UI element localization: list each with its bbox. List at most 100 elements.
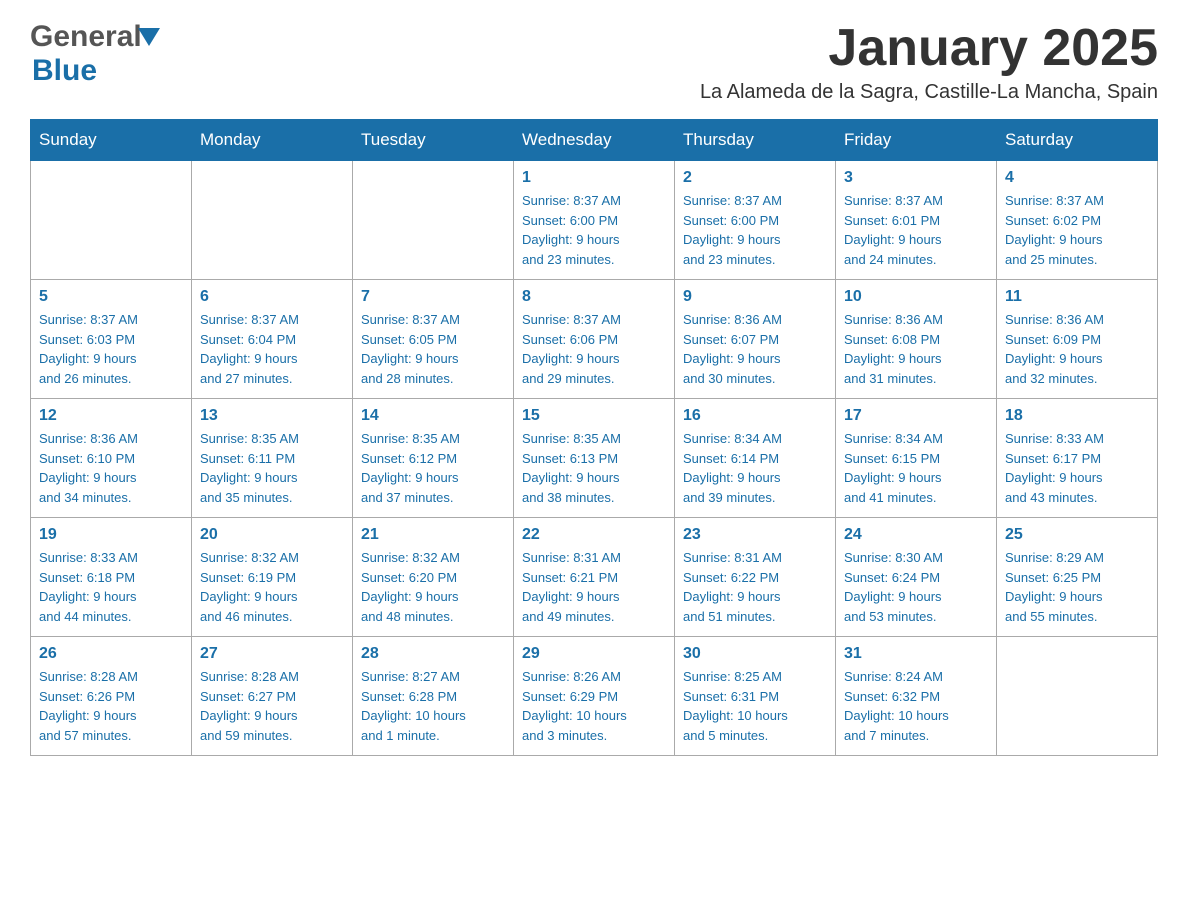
logo-general-text: General: [30, 20, 160, 54]
day-info: Sunrise: 8:37 AMSunset: 6:04 PMDaylight:…: [200, 310, 344, 388]
calendar-cell: 23 Sunrise: 8:31 AMSunset: 6:22 PMDayligh…: [675, 518, 836, 637]
day-info: Sunrise: 8:32 AMSunset: 6:19 PMDaylight:…: [200, 548, 344, 626]
day-number: 30: [683, 645, 827, 663]
calendar-cell: [192, 161, 353, 280]
calendar-cell: 8 Sunrise: 8:37 AMSunset: 6:06 PMDaylight…: [514, 280, 675, 399]
calendar-table: SundayMondayTuesdayWednesdayThursdayFrid…: [30, 119, 1158, 756]
day-number: 18: [1005, 407, 1149, 425]
week-row-2: 5Sunrise: 8:37 AMSunset: 6:03 PMDaylight…: [31, 280, 1158, 399]
week-row-1: 1 Sunrise: 8:37 AMSunset: 6:00 PMDaylight…: [31, 161, 1158, 280]
day-info: Sunrise: 8:37 AMSunset: 6:00 PMDaylight:…: [522, 191, 666, 269]
day-number: 11: [1005, 288, 1149, 306]
header-day-tuesday: Tuesday: [353, 120, 514, 161]
day-number: 10: [844, 288, 988, 306]
calendar-cell: 1 Sunrise: 8:37 AMSunset: 6:00 PMDaylight…: [514, 161, 675, 280]
day-info: Sunrise: 8:36 AMSunset: 6:09 PMDaylight:…: [1005, 310, 1149, 388]
day-info: Sunrise: 8:35 AMSunset: 6:13 PMDaylight:…: [522, 429, 666, 507]
day-info: Sunrise: 8:31 AMSunset: 6:22 PMDaylight:…: [683, 548, 827, 626]
calendar-cell: 3 Sunrise: 8:37 AMSunset: 6:01 PMDaylight…: [836, 161, 997, 280]
calendar-cell: 31 Sunrise: 8:24 AMSunset: 6:32 PMDayligh…: [836, 637, 997, 756]
calendar-cell: 27Sunrise: 8:28 AMSunset: 6:27 PMDayligh…: [192, 637, 353, 756]
calendar-cell: 16 Sunrise: 8:34 AMSunset: 6:14 PMDayligh…: [675, 399, 836, 518]
calendar-header: SundayMondayTuesdayWednesdayThursdayFrid…: [31, 120, 1158, 161]
day-number: 8: [522, 288, 666, 306]
day-info: Sunrise: 8:37 AMSunset: 6:01 PMDaylight:…: [844, 191, 988, 269]
logo-blue-label: Blue: [30, 54, 97, 88]
calendar-cell: 14Sunrise: 8:35 AMSunset: 6:12 PMDayligh…: [353, 399, 514, 518]
day-info: Sunrise: 8:25 AMSunset: 6:31 PMDaylight:…: [683, 667, 827, 745]
day-info: Sunrise: 8:31 AMSunset: 6:21 PMDaylight:…: [522, 548, 666, 626]
logo-triangle-icon: [138, 28, 160, 46]
day-info: Sunrise: 8:26 AMSunset: 6:29 PMDaylight:…: [522, 667, 666, 745]
day-info: Sunrise: 8:27 AMSunset: 6:28 PMDaylight:…: [361, 667, 505, 745]
day-info: Sunrise: 8:28 AMSunset: 6:26 PMDaylight:…: [39, 667, 183, 745]
day-info: Sunrise: 8:36 AMSunset: 6:07 PMDaylight:…: [683, 310, 827, 388]
day-info: Sunrise: 8:33 AMSunset: 6:17 PMDaylight:…: [1005, 429, 1149, 507]
header-day-sunday: Sunday: [31, 120, 192, 161]
day-info: Sunrise: 8:24 AMSunset: 6:32 PMDaylight:…: [844, 667, 988, 745]
calendar-cell: 24 Sunrise: 8:30 AMSunset: 6:24 PMDayligh…: [836, 518, 997, 637]
day-number: 1: [522, 169, 666, 187]
header-row: SundayMondayTuesdayWednesdayThursdayFrid…: [31, 120, 1158, 161]
day-info: Sunrise: 8:37 AMSunset: 6:02 PMDaylight:…: [1005, 191, 1149, 269]
calendar-cell: 11 Sunrise: 8:36 AMSunset: 6:09 PMDayligh…: [997, 280, 1158, 399]
calendar-cell: 4 Sunrise: 8:37 AMSunset: 6:02 PMDaylight…: [997, 161, 1158, 280]
day-info: Sunrise: 8:33 AMSunset: 6:18 PMDaylight:…: [39, 548, 183, 626]
week-row-4: 19Sunrise: 8:33 AMSunset: 6:18 PMDayligh…: [31, 518, 1158, 637]
calendar-cell: 26 Sunrise: 8:28 AMSunset: 6:26 PMDayligh…: [31, 637, 192, 756]
calendar-cell: 18 Sunrise: 8:33 AMSunset: 6:17 PMDayligh…: [997, 399, 1158, 518]
calendar-cell: [31, 161, 192, 280]
calendar-cell: 30 Sunrise: 8:25 AMSunset: 6:31 PMDayligh…: [675, 637, 836, 756]
day-number: 31: [844, 645, 988, 663]
calendar-cell: [353, 161, 514, 280]
header-day-monday: Monday: [192, 120, 353, 161]
day-info: Sunrise: 8:32 AMSunset: 6:20 PMDaylight:…: [361, 548, 505, 626]
day-number: 12: [39, 407, 183, 425]
calendar-cell: 15 Sunrise: 8:35 AMSunset: 6:13 PMDayligh…: [514, 399, 675, 518]
calendar-cell: 12Sunrise: 8:36 AMSunset: 6:10 PMDayligh…: [31, 399, 192, 518]
day-number: 5: [39, 288, 183, 306]
calendar-cell: 17 Sunrise: 8:34 AMSunset: 6:15 PMDayligh…: [836, 399, 997, 518]
calendar-cell: 10 Sunrise: 8:36 AMSunset: 6:08 PMDayligh…: [836, 280, 997, 399]
calendar-cell: 7Sunrise: 8:37 AMSunset: 6:05 PMDaylight…: [353, 280, 514, 399]
calendar-body: 1 Sunrise: 8:37 AMSunset: 6:00 PMDaylight…: [31, 161, 1158, 756]
day-info: Sunrise: 8:34 AMSunset: 6:14 PMDaylight:…: [683, 429, 827, 507]
day-number: 9: [683, 288, 827, 306]
calendar-cell: 20 Sunrise: 8:32 AMSunset: 6:19 PMDayligh…: [192, 518, 353, 637]
calendar-cell: 22Sunrise: 8:31 AMSunset: 6:21 PMDayligh…: [514, 518, 675, 637]
header-day-friday: Friday: [836, 120, 997, 161]
calendar-cell: [997, 637, 1158, 756]
day-number: 24: [844, 526, 988, 544]
page-header: General Blue January 2025 La Alameda de …: [30, 20, 1158, 104]
day-number: 6: [200, 288, 344, 306]
calendar-cell: 13Sunrise: 8:35 AMSunset: 6:11 PMDayligh…: [192, 399, 353, 518]
day-info: Sunrise: 8:30 AMSunset: 6:24 PMDaylight:…: [844, 548, 988, 626]
location-title: La Alameda de la Sagra, Castille-La Manc…: [700, 81, 1158, 104]
logo-general-label: General: [30, 20, 142, 54]
week-row-5: 26 Sunrise: 8:28 AMSunset: 6:26 PMDayligh…: [31, 637, 1158, 756]
calendar-cell: 21 Sunrise: 8:32 AMSunset: 6:20 PMDayligh…: [353, 518, 514, 637]
day-number: 7: [361, 288, 505, 306]
title-section: January 2025 La Alameda de la Sagra, Cas…: [700, 20, 1158, 104]
day-number: 16: [683, 407, 827, 425]
day-number: 4: [1005, 169, 1149, 187]
day-number: 28: [361, 645, 505, 663]
day-info: Sunrise: 8:36 AMSunset: 6:08 PMDaylight:…: [844, 310, 988, 388]
day-number: 3: [844, 169, 988, 187]
day-info: Sunrise: 8:34 AMSunset: 6:15 PMDaylight:…: [844, 429, 988, 507]
calendar-cell: 25Sunrise: 8:29 AMSunset: 6:25 PMDayligh…: [997, 518, 1158, 637]
day-number: 23: [683, 526, 827, 544]
day-number: 27: [200, 645, 344, 663]
week-row-3: 12Sunrise: 8:36 AMSunset: 6:10 PMDayligh…: [31, 399, 1158, 518]
day-number: 20: [200, 526, 344, 544]
day-number: 26: [39, 645, 183, 663]
day-number: 15: [522, 407, 666, 425]
day-number: 21: [361, 526, 505, 544]
header-day-saturday: Saturday: [997, 120, 1158, 161]
day-info: Sunrise: 8:35 AMSunset: 6:12 PMDaylight:…: [361, 429, 505, 507]
calendar-cell: 19Sunrise: 8:33 AMSunset: 6:18 PMDayligh…: [31, 518, 192, 637]
day-info: Sunrise: 8:37 AMSunset: 6:06 PMDaylight:…: [522, 310, 666, 388]
day-number: 17: [844, 407, 988, 425]
day-info: Sunrise: 8:35 AMSunset: 6:11 PMDaylight:…: [200, 429, 344, 507]
calendar-cell: 6 Sunrise: 8:37 AMSunset: 6:04 PMDaylight…: [192, 280, 353, 399]
